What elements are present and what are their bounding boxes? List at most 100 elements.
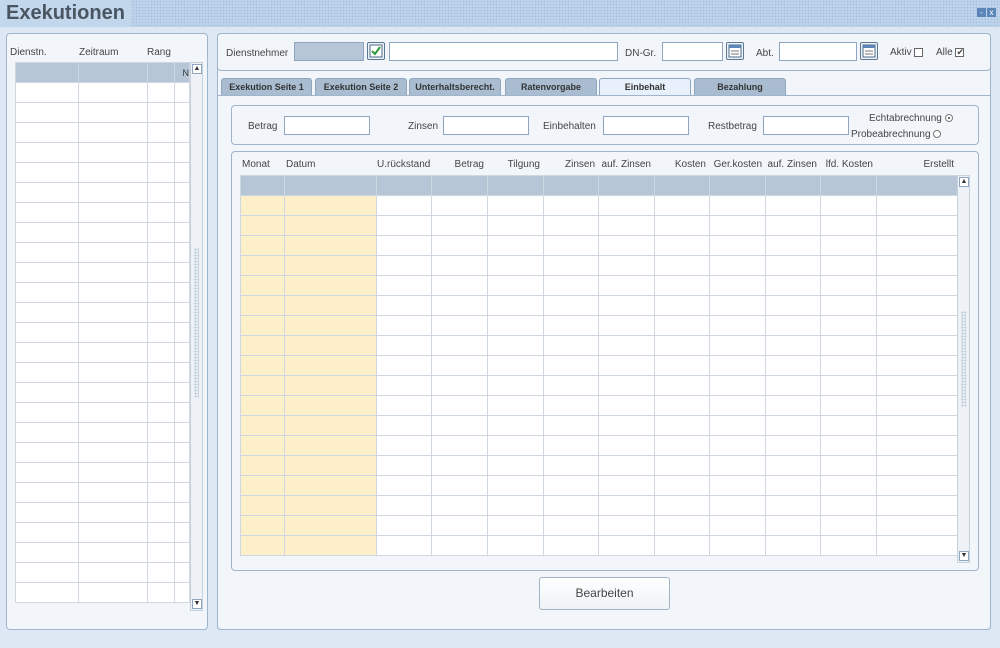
table-cell[interactable] (147, 282, 175, 303)
table-cell[interactable] (284, 395, 377, 416)
table-cell[interactable] (876, 275, 958, 296)
table-cell[interactable] (78, 322, 148, 343)
zinsen-field[interactable] (443, 116, 529, 135)
table-cell[interactable] (284, 455, 377, 476)
table-cell[interactable] (598, 195, 655, 216)
table-cell[interactable] (654, 475, 710, 496)
table-cell[interactable] (765, 395, 821, 416)
table-cell[interactable] (15, 522, 79, 543)
table-cell[interactable] (654, 455, 710, 476)
table-row[interactable] (15, 82, 190, 103)
table-row[interactable] (15, 322, 190, 343)
table-cell[interactable] (78, 102, 148, 123)
table-cell[interactable] (240, 255, 285, 276)
table-cell[interactable] (174, 362, 190, 383)
table-cell[interactable] (709, 215, 766, 236)
table-cell[interactable] (487, 415, 544, 436)
table-cell[interactable] (78, 202, 148, 223)
table-cell[interactable] (174, 202, 190, 223)
table-cell[interactable] (765, 455, 821, 476)
table-cell[interactable] (78, 542, 148, 563)
table-cell[interactable] (765, 535, 821, 556)
table-cell[interactable] (876, 195, 958, 216)
table-cell[interactable] (487, 395, 544, 416)
probeabrechnung-option[interactable]: Probeabrechnung (851, 129, 942, 140)
table-cell[interactable] (487, 295, 544, 316)
table-cell[interactable] (174, 522, 190, 543)
close-button[interactable]: x (987, 8, 996, 17)
table-row[interactable] (240, 475, 958, 496)
table-cell[interactable] (15, 102, 79, 123)
table-row[interactable] (15, 102, 190, 123)
table-cell[interactable] (543, 395, 599, 416)
aktiv-toggle[interactable]: Aktiv (890, 47, 924, 58)
abt-field[interactable] (779, 42, 857, 61)
table-cell[interactable] (543, 335, 599, 356)
table-cell[interactable] (431, 375, 488, 396)
table-cell[interactable] (654, 315, 710, 336)
table-cell[interactable] (487, 435, 544, 456)
table-cell[interactable] (240, 195, 285, 216)
table-cell[interactable] (174, 462, 190, 483)
table-cell[interactable] (820, 515, 877, 536)
table-cell[interactable] (543, 455, 599, 476)
scroll-up-icon[interactable]: ▲ (959, 177, 969, 187)
table-row[interactable] (15, 222, 190, 243)
table-cell[interactable] (709, 235, 766, 256)
table-cell[interactable] (820, 535, 877, 556)
table-cell[interactable] (15, 182, 79, 203)
table-cell[interactable] (78, 142, 148, 163)
table-cell[interactable] (284, 215, 377, 236)
table-cell[interactable] (15, 442, 79, 463)
table-cell[interactable] (174, 182, 190, 203)
table-cell[interactable] (284, 255, 377, 276)
table-cell[interactable] (15, 362, 79, 383)
scroll-down-icon[interactable]: ▼ (959, 551, 969, 561)
table-cell[interactable] (376, 195, 432, 216)
table-cell[interactable] (543, 515, 599, 536)
table-cell[interactable] (487, 315, 544, 336)
table-cell[interactable] (876, 475, 958, 496)
table-row[interactable] (15, 262, 190, 283)
table-cell[interactable] (876, 515, 958, 536)
table-row[interactable] (15, 582, 190, 603)
table-cell[interactable] (876, 255, 958, 276)
table-cell[interactable] (78, 342, 148, 363)
table-cell[interactable] (240, 515, 285, 536)
table-cell[interactable] (284, 315, 377, 336)
scroll-down-icon[interactable]: ▼ (192, 599, 202, 609)
table-cell[interactable] (654, 235, 710, 256)
table-row[interactable] (15, 142, 190, 163)
table-cell[interactable] (431, 455, 488, 476)
table-cell[interactable] (876, 355, 958, 376)
minimize-button[interactable]: - (977, 8, 986, 17)
echtabrechnung-radio[interactable] (944, 114, 953, 123)
table-cell[interactable] (284, 295, 377, 316)
table-cell[interactable] (78, 402, 148, 423)
table-cell[interactable] (376, 395, 432, 416)
table-cell[interactable] (15, 142, 79, 163)
table-cell[interactable] (240, 355, 285, 376)
table-cell[interactable] (284, 355, 377, 376)
table-cell[interactable] (487, 215, 544, 236)
table-cell[interactable] (174, 302, 190, 323)
table-cell[interactable] (598, 535, 655, 556)
table-cell[interactable] (598, 495, 655, 516)
table-cell[interactable] (765, 515, 821, 536)
table-cell[interactable] (765, 175, 821, 196)
table-cell[interactable] (543, 195, 599, 216)
table-cell[interactable] (709, 455, 766, 476)
table-cell[interactable] (598, 475, 655, 496)
table-cell[interactable] (78, 62, 148, 83)
table-cell[interactable] (284, 335, 377, 356)
table-cell[interactable] (15, 462, 79, 483)
betrag-field[interactable] (284, 116, 370, 135)
table-cell[interactable] (240, 415, 285, 436)
table-row[interactable] (15, 542, 190, 563)
table-cell[interactable] (876, 395, 958, 416)
scroll-grip[interactable] (961, 311, 966, 407)
table-header-row[interactable]: N (15, 62, 190, 83)
table-row[interactable] (15, 282, 190, 303)
table-cell[interactable] (376, 515, 432, 536)
table-cell[interactable] (765, 475, 821, 496)
